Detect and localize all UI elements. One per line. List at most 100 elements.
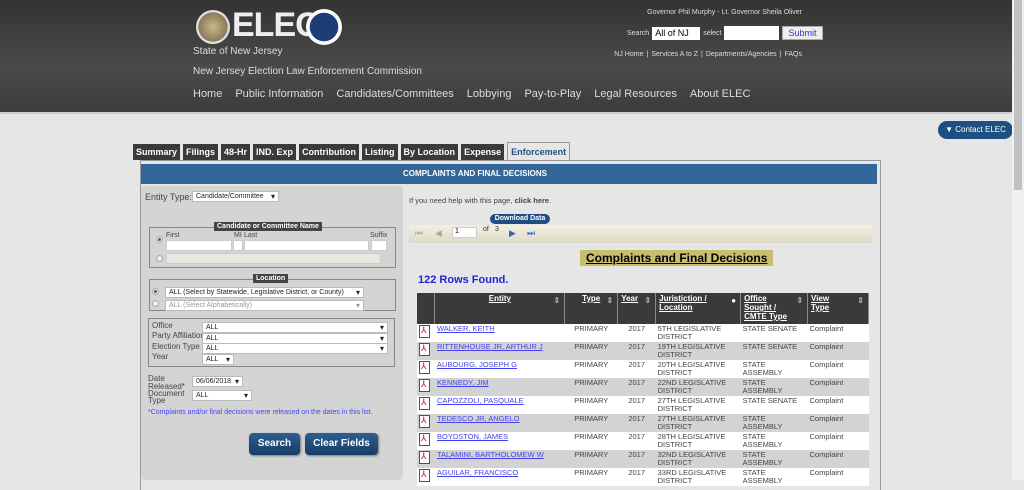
pdf-icon[interactable]	[419, 343, 430, 356]
tab-listing[interactable]: Listing	[362, 144, 398, 160]
name-radio[interactable]	[156, 236, 163, 243]
nav-pay-to-play[interactable]: Pay-to-Play	[524, 88, 581, 100]
nav-legal[interactable]: Legal Resources	[594, 88, 677, 100]
mi-input[interactable]	[233, 240, 243, 251]
last-name-input[interactable]	[244, 240, 369, 251]
of-label: of	[483, 226, 489, 233]
link-services[interactable]: Services A to Z	[651, 51, 698, 58]
first-label: First	[166, 232, 180, 239]
pdf-icon[interactable]	[419, 397, 430, 410]
utility-links: NJ Home | Services A to Z | Departments/Ag…	[614, 51, 802, 58]
table-row: BOYDSTON, JAMES PRIMARY201728TH LEGISLATI…	[417, 432, 869, 450]
office-cell: STATE ASSEMBLY	[740, 360, 808, 378]
col-jurisdiction[interactable]: Juristiction / Location ●	[655, 293, 742, 324]
col-type[interactable]: Type ⇕	[564, 293, 619, 324]
tab-ind-exp[interactable]: IND. Exp	[253, 144, 297, 160]
jurisdiction-cell: 27TH LEGISLATIVE DISTRICT	[655, 414, 741, 432]
tab-contribution[interactable]: Contribution	[299, 144, 360, 160]
nav-candidates[interactable]: Candidates/Committees	[336, 88, 453, 100]
col-view-type[interactable]: View Type ⇕	[807, 293, 869, 324]
pdf-icon[interactable]	[419, 325, 430, 338]
entity-cell: RITTENHOUSE JR, ARTHUR J	[434, 342, 565, 360]
office-label: Office	[152, 321, 173, 330]
col-entity[interactable]: Entity ⇕	[434, 293, 566, 324]
first-name-input[interactable]	[166, 240, 232, 251]
last-page-icon[interactable]: ⏭	[527, 228, 535, 239]
pdf-icon[interactable]	[419, 379, 430, 392]
scrollbar-thumb[interactable]	[1014, 0, 1022, 190]
year-select[interactable]: ALL	[202, 354, 234, 365]
entity-link[interactable]: BOYDSTON, JAMES	[437, 432, 508, 441]
entity-link[interactable]: RITTENHOUSE JR, ARTHUR J	[437, 342, 543, 351]
pdf-icon[interactable]	[419, 361, 430, 374]
tab-filings[interactable]: Filings	[183, 144, 219, 160]
link-faqs[interactable]: FAQs	[784, 51, 802, 58]
pdf-cell	[417, 414, 435, 432]
nav-about[interactable]: About ELEC	[690, 88, 751, 100]
entity-cell: BOYDSTON, JAMES	[434, 432, 565, 450]
entity-link[interactable]: AUBOURG, JOSEPH G	[437, 360, 517, 369]
location-radio-statewide[interactable]	[152, 288, 159, 295]
entity-link[interactable]: AGUILAR, FRANCISCO	[437, 468, 518, 477]
document-type-select[interactable]: ALL	[192, 390, 252, 401]
pdf-icon[interactable]	[419, 469, 430, 482]
col-office[interactable]: Office Sought / CMTE Type ⇕	[740, 293, 809, 324]
download-data-button[interactable]: Download Data	[490, 214, 550, 224]
contact-elec-button[interactable]: ▼ Contact ELEC	[938, 121, 1013, 139]
first-page-icon[interactable]: ⏮	[415, 228, 423, 239]
prev-page-icon[interactable]: ◀	[435, 228, 442, 239]
location-select[interactable]: ALL (Select by Statewide, Legislative Di…	[165, 287, 364, 298]
clear-fields-button[interactable]: Clear Fields	[305, 433, 378, 455]
entity-link[interactable]: TEDESCO JR, ANGELO	[437, 414, 520, 423]
election-type-select[interactable]: ALL	[202, 343, 388, 354]
office-select[interactable]: ALL	[202, 322, 388, 333]
entity-link[interactable]: TALAMINI, BARTHOLOMEW W	[437, 450, 544, 459]
document-type-label: Document Type	[148, 389, 185, 405]
view-type-cell: Complaint	[807, 468, 869, 486]
type-cell: PRIMARY	[564, 414, 618, 432]
location-radio-alpha[interactable]	[152, 300, 159, 307]
scrollbar[interactable]	[1012, 0, 1024, 480]
pdf-icon[interactable]	[419, 415, 430, 428]
link-nj-home[interactable]: NJ Home	[614, 51, 643, 58]
pdf-icon[interactable]	[419, 433, 430, 446]
pdf-cell	[417, 342, 435, 360]
tab-summary[interactable]: Summary	[133, 144, 181, 160]
date-released-select[interactable]: 06/06/2018	[192, 376, 243, 387]
search-scope-select[interactable]: All of NJ	[652, 26, 701, 40]
search-button[interactable]: Search	[249, 433, 300, 455]
nav-home[interactable]: Home	[193, 88, 222, 100]
submit-button[interactable]: Submit	[782, 26, 823, 40]
search-input[interactable]	[724, 26, 780, 40]
entity-link[interactable]: CAPOZZOLI, PASQUALE	[437, 396, 524, 405]
pdf-cell	[417, 324, 435, 342]
tab-expense[interactable]: Expense	[461, 144, 505, 160]
tab-by-location[interactable]: By Location	[400, 144, 459, 160]
col-icon	[417, 293, 436, 324]
committee-name-input[interactable]	[166, 253, 381, 264]
nav-public-information[interactable]: Public Information	[235, 88, 323, 100]
link-departments[interactable]: Departments/Agencies	[706, 51, 777, 58]
jurisdiction-cell: 28TH LEGISLATIVE DISTRICT	[655, 432, 741, 450]
view-type-cell: Complaint	[807, 414, 869, 432]
year-cell: 2017	[617, 324, 656, 342]
help-link[interactable]: click here	[515, 196, 550, 205]
col-year[interactable]: Year ⇕	[617, 293, 657, 324]
type-cell: PRIMARY	[564, 360, 618, 378]
nav-lobbying[interactable]: Lobbying	[467, 88, 512, 100]
tab-48hr[interactable]: 48-Hr	[221, 144, 251, 160]
entity-link[interactable]: KENNEDY, JIM	[437, 378, 489, 387]
release-note: *Complaints and/or final decisions were …	[148, 409, 373, 416]
suffix-input[interactable]	[371, 240, 387, 251]
pdf-icon[interactable]	[419, 451, 430, 464]
page-input[interactable]: 1	[452, 227, 477, 238]
name-alt-radio[interactable]	[156, 255, 163, 262]
jurisdiction-cell: 22ND LEGISLATIVE DISTRICT	[655, 378, 741, 396]
jurisdiction-cell: 20TH LEGISLATIVE DISTRICT	[655, 360, 741, 378]
next-page-icon[interactable]: ▶	[509, 228, 516, 239]
location-alpha-select[interactable]: ALL (Select Alphabetically)	[165, 300, 364, 311]
office-cell: STATE ASSEMBLY	[740, 378, 808, 396]
entity-type-select[interactable]: Candidate/Committee	[192, 191, 279, 202]
tab-enforcement[interactable]: Enforcement	[507, 142, 571, 160]
entity-link[interactable]: WALKER, KEITH	[437, 324, 495, 333]
